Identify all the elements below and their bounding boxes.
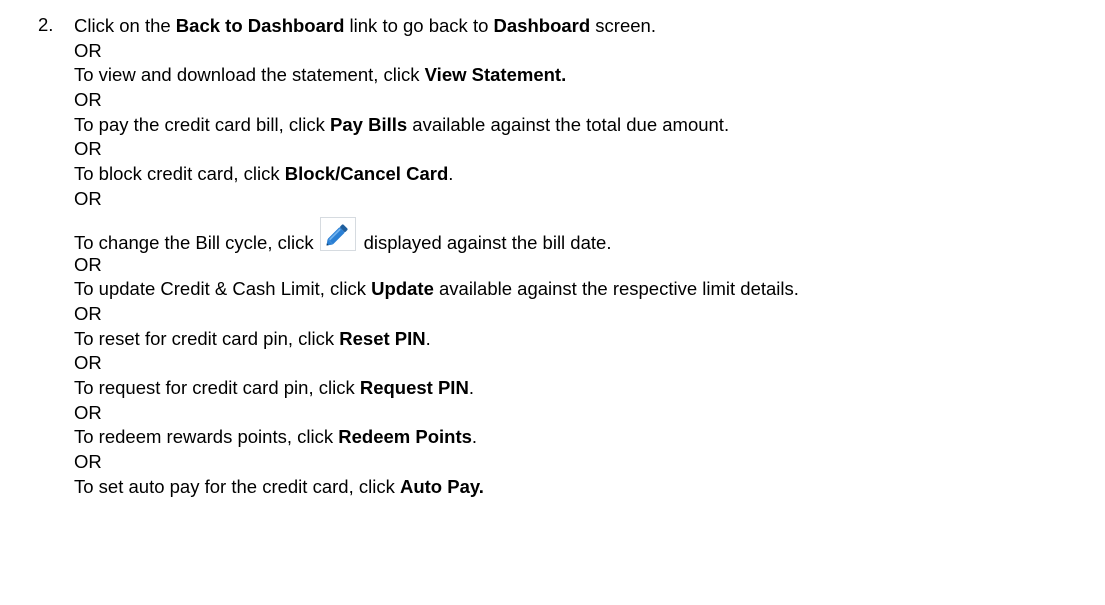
or-separator: OR xyxy=(74,39,102,61)
redeem-points-label: Redeem Points xyxy=(338,426,472,448)
instruction-update-limit: To update Credit & Cash Limit, click Upd… xyxy=(74,278,799,300)
update-label: Update xyxy=(371,278,434,300)
pay-bills-label: Pay Bills xyxy=(330,113,408,135)
instruction-pay-bills: To pay the credit card bill, click Pay B… xyxy=(74,113,730,135)
instruction-change-bill-cycle: To change the Bill cycle, click displaye… xyxy=(74,212,1100,253)
or-separator: OR xyxy=(74,401,102,423)
instruction-document: 2. Click on the Back to Dashboard link t… xyxy=(38,14,1100,499)
dashboard-label: Dashboard xyxy=(493,15,591,36)
or-separator: OR xyxy=(74,187,102,209)
step-2: 2. Click on the Back to Dashboard link t… xyxy=(38,14,1100,499)
instruction-reset-pin: To reset for credit card pin, click Rese… xyxy=(74,327,431,349)
step-lines: Click on the Back to Dashboard link to g… xyxy=(74,14,1100,499)
instruction-request-pin: To request for credit card pin, click Re… xyxy=(74,376,474,398)
auto-pay-label: Auto Pay. xyxy=(399,475,484,497)
instruction-back-to-dashboard: Click on the Back to Dashboard link to g… xyxy=(74,15,656,36)
instruction-redeem-points: To redeem rewards points, click Redeem P… xyxy=(74,426,478,448)
view-statement-label: View Statement. xyxy=(424,64,567,86)
or-separator: OR xyxy=(74,253,102,275)
instruction-view-statement: To view and download the statement, clic… xyxy=(74,64,567,86)
or-separator: OR xyxy=(74,89,102,111)
request-pin-label: Request PIN xyxy=(359,376,469,398)
instruction-auto-pay: To set auto pay for the credit card, cli… xyxy=(74,475,484,497)
or-separator: OR xyxy=(74,138,102,160)
or-separator: OR xyxy=(74,451,102,472)
instruction-block-cancel-card: To block credit card, click Block/Cancel… xyxy=(74,163,454,185)
or-separator: OR xyxy=(74,352,102,374)
or-separator: OR xyxy=(74,302,102,324)
back-to-dashboard-label: Back to Dashboard xyxy=(175,15,345,36)
step-number: 2. xyxy=(38,14,54,35)
block-cancel-card-label: Block/Cancel Card xyxy=(284,163,449,185)
pencil-edit-icon xyxy=(319,216,356,251)
reset-pin-label: Reset PIN xyxy=(339,327,426,349)
